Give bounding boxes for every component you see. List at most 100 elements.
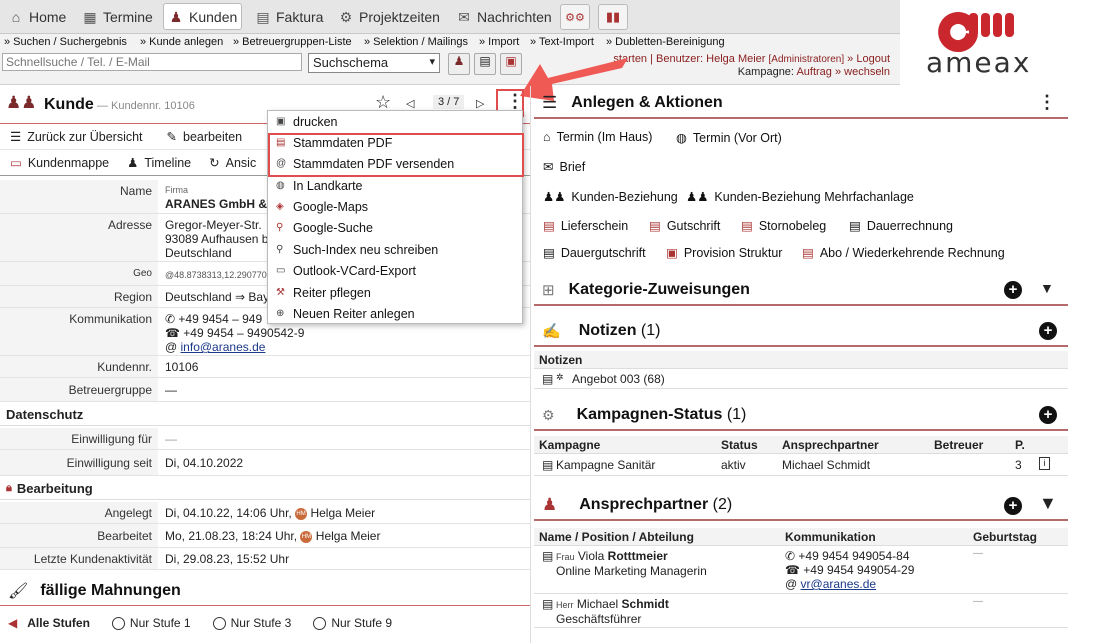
menu-item-reindex[interactable]: ⚲ Such-Index neu schreiben	[268, 239, 522, 260]
action-provision[interactable]: ▣ Provision Struktur	[666, 245, 782, 261]
filter-stufe-1[interactable]: Nur Stufe 1	[111, 616, 191, 631]
table-row[interactable]: ▤ Kampagne Sanitär aktiv Michael Schmidt…	[534, 454, 1068, 476]
globe-icon: ◍	[276, 179, 285, 191]
pencil-icon: ✎	[166, 130, 178, 144]
geo-link[interactable]: @48.8738313,12.290770	[165, 268, 267, 282]
tab-nachrichten[interactable]: ✉ Nachrichten	[452, 3, 556, 30]
menu-item-tabs[interactable]: ⚒ Reiter pflegen	[268, 282, 522, 303]
info-icon[interactable]: i	[1039, 457, 1050, 470]
quick-search-input[interactable]	[2, 53, 302, 71]
list-icon: ☰	[542, 93, 558, 112]
campaign-link[interactable]: Auftrag	[796, 66, 831, 78]
highlight-pdf-items	[268, 133, 524, 177]
table-row[interactable]: ▤ ✲ Angebot 003 (68)	[534, 369, 1068, 389]
users-shortcut-button[interactable]: ♟	[448, 53, 470, 75]
page-title: Kunde	[44, 96, 94, 113]
menu-item-google-maps[interactable]: ◈ Google-Maps	[268, 196, 522, 217]
bag-icon: ▣	[666, 246, 678, 260]
action-beziehung-mehrfach[interactable]: ♟♟ Kunden-Beziehung Mehrfachanlage	[686, 189, 914, 205]
tab-faktura[interactable]: ▤ Faktura	[251, 3, 327, 30]
search-schema-select[interactable]: Suchschema ▾	[308, 53, 440, 73]
add-category-button[interactable]: +	[1004, 281, 1022, 299]
more-icon[interactable]: ⋮	[1038, 92, 1056, 113]
start-link[interactable]: starten | Benutzer: Helga Meier	[613, 53, 768, 65]
user-info: starten | Benutzer: Helga Meier [Adminis…	[613, 53, 890, 79]
subnav-kunde-anlegen[interactable]: » Kunde anlegen	[140, 36, 223, 48]
subnav-text-import[interactable]: » Text-Import	[530, 36, 594, 48]
campaign-icon: ⚙	[542, 406, 555, 423]
action-kunden-beziehung[interactable]: ♟♟ Kunden-Beziehung	[543, 189, 678, 205]
customer-folder-button[interactable]: ▭ Kundenmappe	[10, 155, 109, 171]
next-icon[interactable]: ▷	[476, 97, 484, 110]
prev-icon[interactable]: ◁	[406, 97, 414, 110]
filter-stufe-3[interactable]: Nur Stufe 3	[212, 616, 291, 631]
logout-link[interactable]: » Logout	[844, 53, 890, 65]
subnav-suchen[interactable]: » Suchen / Suchergebnis	[4, 36, 127, 48]
action-brief[interactable]: ✉ Brief	[543, 159, 585, 175]
menu-item-vcard[interactable]: ▭ Outlook-VCard-Export	[268, 260, 522, 281]
phone-link[interactable]: +49 9454 – 949	[178, 312, 262, 326]
timeline-button[interactable]: ♟ Timeline	[127, 155, 191, 171]
view-button[interactable]: ↻ Ansic	[209, 155, 256, 171]
statistics-button[interactable]: ▮▮	[598, 4, 628, 30]
action-abo[interactable]: ▤ Abo / Wiederkehrende Rechnung	[802, 245, 1005, 261]
tab-termine[interactable]: ▦ Termine	[78, 3, 157, 30]
email-link[interactable]: info@aranes.de	[181, 340, 266, 354]
action-termin-vor-ort[interactable]: ◍ Termin (Vor Ort)	[676, 130, 782, 146]
pager: 3 / 7	[433, 95, 465, 109]
subnav-betreuergruppen[interactable]: » Betreuergruppen-Liste	[233, 36, 352, 48]
search-row: Suchschema▾ ♟ ▤ ▣ starten | Benutzer: He…	[0, 50, 900, 85]
add-campaign-button[interactable]: +	[1039, 406, 1057, 424]
back-button[interactable]: ☰ Zurück zur Übersicht	[10, 129, 143, 145]
globe-icon: ◍	[676, 131, 687, 145]
filter-all[interactable]: Alle Stufen	[27, 616, 90, 630]
edit-button[interactable]: ✎ bearbeiten	[166, 129, 243, 145]
invoice-icon: ▤	[543, 246, 555, 260]
field-last-activity: Letzte Kundenaktivität Di, 29.08.23, 15:…	[0, 548, 530, 570]
document-shortcut-button[interactable]: ▤	[474, 53, 496, 75]
storno-icon: ▤	[741, 219, 753, 233]
subnav-import[interactable]: » Import	[479, 36, 519, 48]
action-dauerrechnung[interactable]: ▤ Dauerrechnung	[849, 218, 953, 234]
action-lieferschein[interactable]: ▤ Lieferschein	[543, 218, 628, 234]
document-icon: ▤	[256, 8, 270, 25]
menu-item-google-search[interactable]: ⚲ Google-Suche	[268, 217, 522, 238]
phone-icon: ✆	[785, 549, 799, 563]
tab-kunden[interactable]: ♟ Kunden	[163, 3, 243, 30]
subnav-selektion[interactable]: » Selektion / Mailings	[364, 36, 468, 48]
section-datenschutz: Datenschutz	[0, 404, 530, 426]
caret-down-icon[interactable]: ▼	[1040, 280, 1054, 296]
bag-shortcut-button[interactable]: ▣	[500, 53, 522, 75]
email-link[interactable]: vr@aranes.de	[801, 577, 877, 591]
add-contact-button[interactable]: +	[1004, 497, 1022, 515]
table-row[interactable]: ▤ Frau Viola Rotttmeier Online Marketing…	[534, 546, 1068, 594]
users-icon: ♟	[169, 8, 183, 25]
menu-item-new-tab[interactable]: ⊕ Neuen Reiter anlegen	[268, 303, 522, 324]
megaphone-icon: ◀	[8, 616, 18, 630]
add-note-button[interactable]: +	[1039, 322, 1057, 340]
action-termin-haus[interactable]: ⌂ Termin (Im Haus)	[543, 130, 652, 144]
subnav-dubletten[interactable]: » Dubletten-Bereinigung	[606, 36, 725, 48]
filter-stufe-9[interactable]: Nur Stufe 9	[313, 616, 392, 631]
radio-icon	[212, 617, 226, 631]
table-row[interactable]: ▤ Herr Michael Schmidt Geschäftsführer —	[534, 594, 1068, 628]
tab-home[interactable]: ⌂ Home	[4, 3, 70, 30]
settings-button[interactable]: ⚙⚙	[560, 4, 590, 30]
logo-text: ameax	[926, 46, 1032, 79]
tab-projektzeiten[interactable]: ⚙ Projektzeiten	[334, 3, 444, 30]
menu-item-print[interactable]: ▣ drucken	[268, 111, 522, 132]
field-consent-for: Einwilligung für —	[0, 428, 530, 450]
users-icon: ♟♟	[686, 190, 709, 204]
action-stornobeleg[interactable]: ▤ Stornobeleg	[741, 218, 826, 234]
action-gutschrift[interactable]: ▤ Gutschrift	[649, 218, 720, 234]
menu-item-map[interactable]: ◍ In Landkarte	[268, 175, 522, 196]
change-campaign-link[interactable]: » wechseln	[832, 66, 890, 78]
hierarchy-icon: ⊞	[542, 282, 555, 299]
house-icon: ⌂	[543, 130, 551, 144]
filter-icon[interactable]: ▼	[1039, 493, 1057, 514]
phone-icon: ✆	[165, 312, 179, 326]
contacts-table-header: Name / Position / Abteilung Kommunikatio…	[534, 528, 1068, 546]
section-mahnungen: 🖌︎ fällige Mahnungen	[0, 576, 530, 606]
action-dauergutschrift[interactable]: ▤ Dauergutschrift	[543, 245, 646, 261]
bar-chart-icon: ▮▮	[605, 9, 621, 24]
